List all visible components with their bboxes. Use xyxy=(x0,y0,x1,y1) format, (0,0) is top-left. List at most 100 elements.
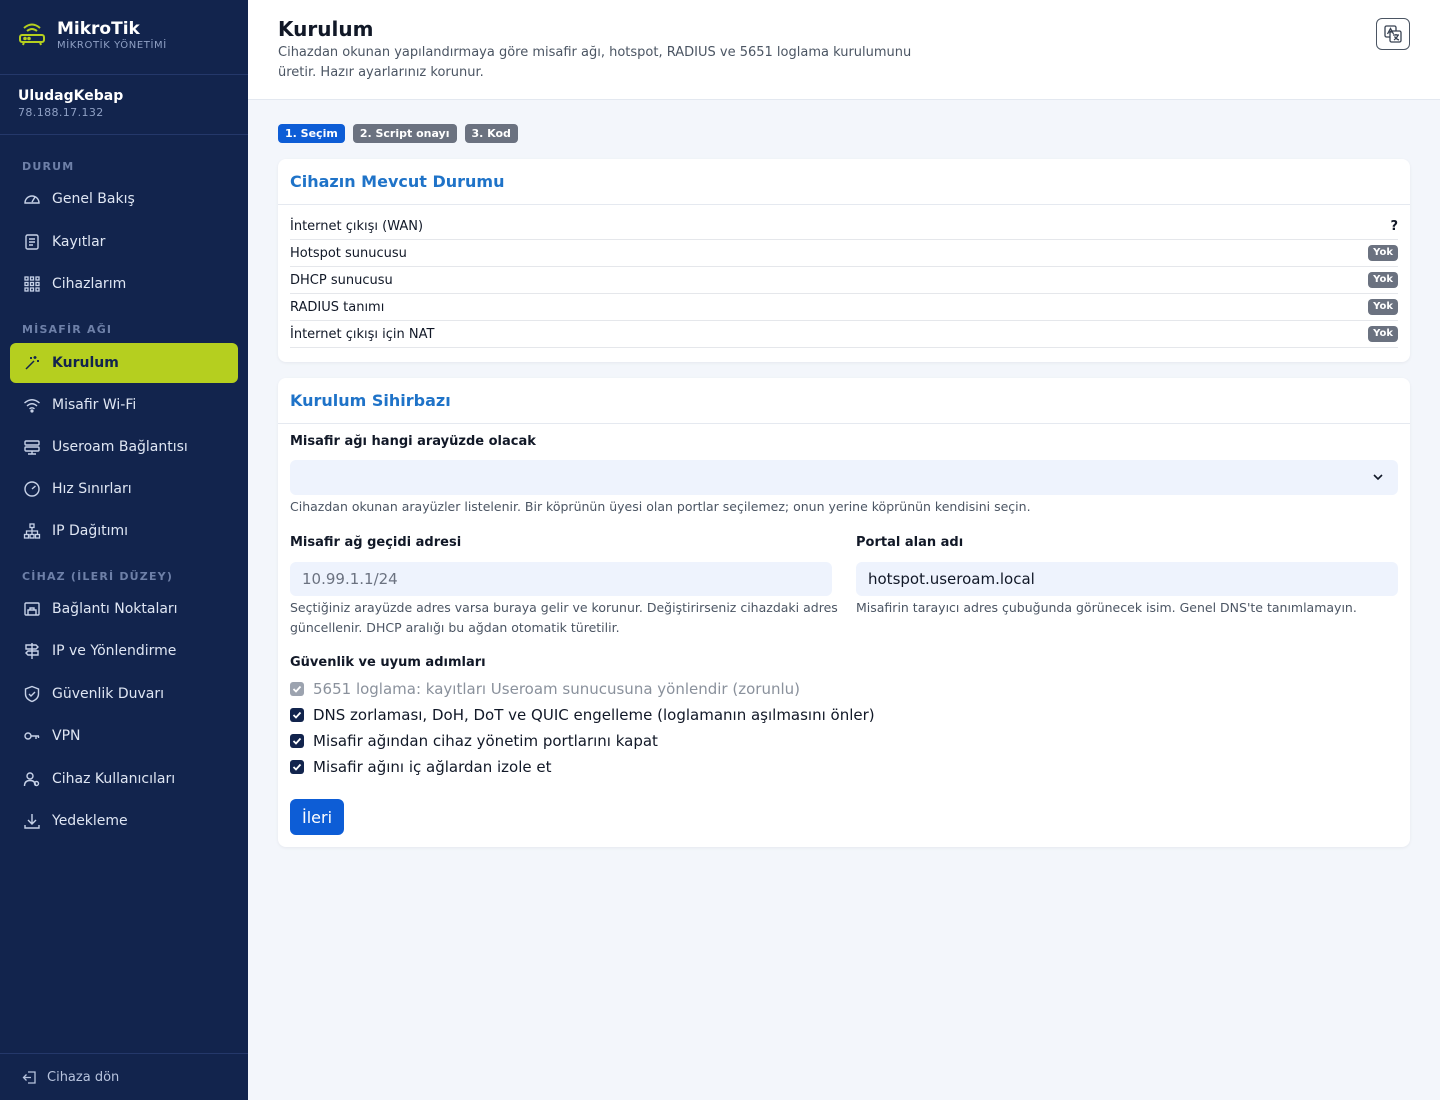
check-dns-enforcement[interactable]: DNS zorlaması, DoH, DoT ve QUIC engellem… xyxy=(290,706,875,724)
status-row-wan: İnternet çıkışı (WAN) ? xyxy=(290,213,1398,240)
sidebar-item-misafir-wifi[interactable]: Misafir Wi-Fi xyxy=(10,385,238,425)
status-row-hotspot: Hotspot sunucusu Yok xyxy=(290,240,1398,267)
portal-domain-input[interactable]: hotspot.useroam.local xyxy=(856,562,1398,596)
sidebar-item-cihazlarim[interactable]: Cihazlarım xyxy=(10,264,238,304)
checkbox-checked-icon xyxy=(290,708,304,722)
sidebar-item-useroam-baglantisi[interactable]: Useroam Bağlantısı xyxy=(10,427,238,467)
brand-name: MikroTik xyxy=(57,19,140,39)
status-row-radius: RADIUS tanımı Yok xyxy=(290,294,1398,321)
sidebar-item-ip-dagitimi[interactable]: IP Dağıtımı xyxy=(10,511,238,551)
status-row-nat: İnternet çıkışı için NAT Yok xyxy=(290,321,1398,348)
signpost-icon xyxy=(23,642,41,660)
checkbox-checked-icon xyxy=(290,682,304,696)
shield-icon xyxy=(23,685,41,703)
sidebar-item-guvenlik-duvari[interactable]: Güvenlik Duvarı xyxy=(10,674,238,714)
sidebar-item-ip-ve-yonlendirme[interactable]: IP ve Yönlendirme xyxy=(10,631,238,671)
page-header: Kurulum Cihazdan okunan yapılandırmaya g… xyxy=(248,0,1440,100)
sidebar-item-genel-bakis[interactable]: Genel Bakış xyxy=(10,179,238,219)
device-info: UludagKebap 78.188.17.132 xyxy=(0,75,248,135)
exit-icon xyxy=(22,1070,37,1085)
interface-select[interactable] xyxy=(290,460,1398,495)
interface-help: Cihazdan okunan arayüzler listelenir. Bi… xyxy=(290,499,1031,514)
router-logo-icon xyxy=(19,23,45,46)
sidebar-item-kayitlar[interactable]: Kayıtlar xyxy=(10,222,238,262)
status-label: İnternet çıkışı (WAN) xyxy=(290,218,424,234)
ethernet-icon xyxy=(23,600,41,618)
section-label-cihaz: CİHAZ (İLERİ DÜZEY) xyxy=(22,570,174,583)
checkbox-checked-icon xyxy=(290,760,304,774)
wizard-steps: 1. Seçim 2. Script onayı 3. Kod xyxy=(278,124,526,143)
check-label: 5651 loglama: kayıtları Useroam sunucusu… xyxy=(313,680,800,698)
sidebar-item-vpn[interactable]: VPN xyxy=(10,716,238,756)
sidebar: MikroTik MİKROTİK YÖNETİMİ UludagKebap 7… xyxy=(0,0,248,1100)
sidebar-item-hiz-sinirlari[interactable]: Hız Sınırları xyxy=(10,469,238,509)
back-to-device-link[interactable]: Cihaza dön xyxy=(0,1053,248,1100)
key-icon xyxy=(23,727,41,745)
status-badge: Yok xyxy=(1368,299,1398,315)
status-badge: Yok xyxy=(1368,326,1398,342)
check-5651-logging[interactable]: 5651 loglama: kayıtları Useroam sunucusu… xyxy=(290,680,800,698)
sidebar-item-label: Useroam Bağlantısı xyxy=(52,439,188,455)
main-content: Kurulum Cihazdan okunan yapılandırmaya g… xyxy=(248,0,1440,1100)
speedometer-icon xyxy=(23,480,41,498)
status-label: RADIUS tanımı xyxy=(290,299,385,315)
step-secim: 1. Seçim xyxy=(278,124,345,143)
translate-button[interactable] xyxy=(1376,18,1410,50)
grid-icon xyxy=(23,275,41,293)
status-label: Hotspot sunucusu xyxy=(290,245,407,261)
gauge-icon xyxy=(23,190,41,208)
sidebar-item-label: Genel Bakış xyxy=(52,191,135,207)
translate-icon xyxy=(1384,25,1402,43)
check-isolate-guest-network[interactable]: Misafir ağını iç ağlardan izole et xyxy=(290,758,551,776)
sidebar-item-cihaz-kullanicilari[interactable]: Cihaz Kullanıcıları xyxy=(10,759,238,799)
device-ip: 78.188.17.132 xyxy=(18,106,104,119)
check-label: Misafir ağından cihaz yönetim portlarını… xyxy=(313,732,658,750)
checkbox-checked-icon xyxy=(290,734,304,748)
status-badge: Yok xyxy=(1368,272,1398,288)
chevron-down-icon xyxy=(1373,474,1383,481)
device-status-card: Cihazın Mevcut Durumu İnternet çıkışı (W… xyxy=(278,159,1410,362)
step-script-onayi: 2. Script onayı xyxy=(352,124,457,143)
sidebar-item-label: Güvenlik Duvarı xyxy=(52,686,164,702)
sidebar-item-yedekleme[interactable]: Yedekleme xyxy=(10,801,238,841)
sidebar-item-label: Hız Sınırları xyxy=(52,481,132,497)
brand: MikroTik MİKROTİK YÖNETİMİ xyxy=(0,0,248,75)
device-status-title: Cihazın Mevcut Durumu xyxy=(278,159,1410,205)
sidebar-item-baglanti-noktalari[interactable]: Bağlantı Noktaları xyxy=(10,589,238,629)
sidebar-item-label: Cihazlarım xyxy=(52,276,127,292)
setup-wizard-card: Kurulum Sihirbazı Misafir ağı hangi aray… xyxy=(278,378,1410,847)
sidebar-item-label: VPN xyxy=(52,728,81,744)
gateway-help: Seçtiğiniz arayüzde adres varsa buraya g… xyxy=(290,600,838,635)
sidebar-item-kurulum[interactable]: Kurulum xyxy=(10,343,238,383)
gateway-input[interactable]: 10.99.1.1/24 xyxy=(290,562,832,596)
portal-label: Portal alan adı xyxy=(856,535,964,550)
status-label: İnternet çıkışı için NAT xyxy=(290,326,435,342)
sidebar-item-label: Misafir Wi-Fi xyxy=(52,397,137,413)
sidebar-item-label: Kurulum xyxy=(52,355,119,371)
sidebar-item-label: IP ve Yönlendirme xyxy=(52,643,177,659)
portal-help: Misafirin tarayıcı adres çubuğunda görün… xyxy=(856,600,1357,615)
sidebar-item-label: Cihaz Kullanıcıları xyxy=(52,771,176,787)
brand-subtitle: MİKROTİK YÖNETİMİ xyxy=(57,40,167,51)
server-icon xyxy=(23,438,41,456)
security-steps-label: Güvenlik ve uyum adımları xyxy=(290,655,486,670)
download-icon xyxy=(23,812,41,830)
sidebar-item-label: Bağlantı Noktaları xyxy=(52,601,178,617)
section-label-misafir-agi: MİSAFİR AĞI xyxy=(22,323,113,336)
status-value-unknown: ? xyxy=(1390,218,1398,234)
check-label: Misafir ağını iç ağlardan izole et xyxy=(313,758,552,776)
diagram-icon xyxy=(23,522,41,540)
status-badge: Yok xyxy=(1368,245,1398,261)
check-label: DNS zorlaması, DoH, DoT ve QUIC engellem… xyxy=(313,706,875,724)
sidebar-item-label: IP Dağıtımı xyxy=(52,523,129,539)
interface-label: Misafir ağı hangi arayüzde olacak xyxy=(290,434,536,449)
sidebar-item-label: Kayıtlar xyxy=(52,234,106,250)
status-row-dhcp: DHCP sunucusu Yok xyxy=(290,267,1398,294)
device-name: UludagKebap xyxy=(18,88,124,104)
page-title: Kurulum xyxy=(278,17,374,41)
gateway-label: Misafir ağ geçidi adresi xyxy=(290,535,462,550)
next-button[interactable]: İleri xyxy=(290,799,345,835)
check-close-management-ports[interactable]: Misafir ağından cihaz yönetim portlarını… xyxy=(290,732,658,750)
users-icon xyxy=(23,770,41,788)
section-label-durum: DURUM xyxy=(22,160,75,173)
